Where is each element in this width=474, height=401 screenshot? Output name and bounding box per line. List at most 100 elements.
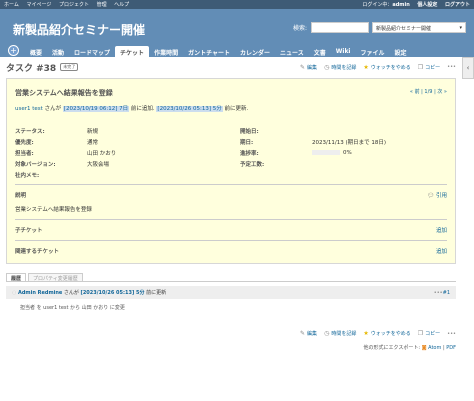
description-label: 説明 xyxy=(15,193,27,199)
add-subtask-link[interactable]: 追加 xyxy=(436,226,447,234)
sidebar-toggle-button[interactable]: ‹ xyxy=(462,57,474,79)
subtasks-header: 子チケット 追加 xyxy=(15,226,447,234)
pencil-icon: ✎ xyxy=(300,330,306,337)
journal-text: さんが xyxy=(63,290,79,296)
attr-label: 優先度: xyxy=(15,139,34,146)
edit-button[interactable]: ✎ 編集 xyxy=(300,64,317,71)
pencil-icon: ✎ xyxy=(300,63,306,71)
author-text-3: 前に更新. xyxy=(224,106,249,112)
progress-track xyxy=(312,150,340,155)
my-account-link[interactable]: 個人設定 xyxy=(417,2,437,8)
main-menu: + 概要 活動 ロードマップ チケット 作業時間 ガントチャート カレンダー ニ… xyxy=(0,44,474,57)
quick-search: 検索: 新製品紹介セミナー開催 ▾ xyxy=(293,22,466,33)
attr-assignee: 担当者: 山田 かおり xyxy=(15,149,240,157)
assignee-link[interactable]: 山田 かおり xyxy=(87,149,116,157)
attr-label: 予定工数: xyxy=(240,161,265,168)
attr-status: ステータス: 新規 xyxy=(15,127,240,135)
divider xyxy=(15,219,447,220)
copy-button[interactable]: ❐ コピー xyxy=(418,64,440,71)
divider xyxy=(15,240,447,241)
issue-attributes: ステータス: 新規 開始日: 優先度: 通常 期日: 2023/11/13 (期日まで… xyxy=(15,127,447,179)
tab-documents[interactable]: 文書 xyxy=(309,46,331,57)
unwatch-label: ウォッチをやめる xyxy=(370,331,411,337)
copy-button[interactable]: ❐ コピー xyxy=(418,330,440,337)
tab-calendar[interactable]: カレンダー xyxy=(235,46,275,57)
quote-button[interactable]: 💬︎ 引用 xyxy=(427,191,447,199)
bottom-issue-actions: ✎ 編集 ◷ 時間を記録 ★ ウォッチをやめる ❐ コピー ••• xyxy=(6,330,456,337)
pdf-link[interactable]: PDF xyxy=(446,345,456,351)
attr-label: ステータス: xyxy=(15,128,45,135)
tab-time-entries[interactable]: 作業時間 xyxy=(149,46,183,57)
current-user-link[interactable]: admin xyxy=(392,2,409,8)
journal-date-link[interactable]: [2023/10/26 05:13] 5分 xyxy=(81,290,145,296)
journal-number-link[interactable]: #1 xyxy=(443,290,450,296)
logout-link[interactable]: ログアウト xyxy=(445,2,470,8)
unwatch-button[interactable]: ★ ウォッチをやめる xyxy=(363,64,410,71)
attr-label: 期日: xyxy=(240,139,254,146)
tab-property-changes[interactable]: プロパティ変更履歴 xyxy=(28,273,83,282)
search-input[interactable] xyxy=(311,22,369,33)
tab-settings[interactable]: 設定 xyxy=(390,46,412,57)
status-badge: 未完了 xyxy=(60,63,79,71)
project-jump-select[interactable]: 新製品紹介セミナー開催 ▾ xyxy=(372,22,466,33)
unwatch-button[interactable]: ★ ウォッチをやめる xyxy=(363,330,410,337)
tab-history[interactable]: 履歴 xyxy=(6,273,27,282)
top-menu-left: ホーム マイページ プロジェクト 管理 ヘルプ xyxy=(4,1,135,8)
copy-label: コピー xyxy=(425,64,441,71)
top-menu-admin[interactable]: 管理 xyxy=(97,2,107,8)
top-menu-mypage[interactable]: マイページ xyxy=(26,2,51,8)
new-object-button[interactable]: + xyxy=(8,45,19,56)
attr-start-date: 開始日: xyxy=(240,127,455,135)
attr-label: 担当者: xyxy=(15,150,34,157)
tab-wiki[interactable]: Wiki xyxy=(331,46,356,57)
add-relation-link[interactable]: 追加 xyxy=(436,247,447,255)
issue-details: « 前 | 1/9 | 次 » 営業システムへ結果報告を登録 user1 tes… xyxy=(6,78,456,264)
tab-overview[interactable]: 概要 xyxy=(25,46,47,57)
issue-navigation[interactable]: « 前 | 1/9 | 次 » xyxy=(410,88,447,95)
author-link[interactable]: user1 test xyxy=(15,106,43,112)
top-menu-projects[interactable]: プロジェクト xyxy=(59,2,89,8)
log-time-button[interactable]: ◷ 時間を記録 xyxy=(324,330,356,337)
tab-files[interactable]: ファイル xyxy=(356,46,390,57)
updated-date-link[interactable]: [2023/10/26 05:13] 5分 xyxy=(156,106,223,112)
project-title: 新製品紹介セミナー開催 xyxy=(13,23,146,37)
issue-actions: ✎ 編集 ◷ 時間を記録 ★ ウォッチをやめる ❐ コピー ••• xyxy=(293,64,456,71)
edit-label: 編集 xyxy=(307,64,318,71)
journal-author-link[interactable]: Admin Redmine xyxy=(18,290,62,296)
attr-priority: 優先度: 通常 xyxy=(15,138,240,146)
log-time-button[interactable]: ◷ 時間を記録 xyxy=(324,64,356,71)
top-menu: ホーム マイページ プロジェクト 管理 ヘルプ ログイン中：admin 個人設定… xyxy=(0,0,474,9)
progress-value: 0% xyxy=(343,149,352,156)
version-link[interactable]: 大阪会場 xyxy=(87,160,109,168)
header: 新製品紹介セミナー開催 検索: 新製品紹介セミナー開催 ▾ + 概要 活動 ロー… xyxy=(0,9,474,57)
more-actions-button[interactable]: ••• xyxy=(434,290,443,296)
logged-in-label: ログイン中： xyxy=(362,2,393,8)
tab-gantt[interactable]: ガントチャート xyxy=(183,46,235,57)
journal-header: ◌ Admin Redmine さんが [2023/10/26 05:13] 5… xyxy=(6,286,456,299)
history-tabs: 履歴 プロパティ変更履歴 xyxy=(6,273,456,282)
relations-header: 関連するチケット 追加 xyxy=(15,247,447,255)
unwatch-label: ウォッチをやめる xyxy=(370,64,411,71)
log-time-label: 時間を記録 xyxy=(331,331,357,337)
tab-issues[interactable]: チケット xyxy=(115,46,150,57)
tab-news[interactable]: ニュース xyxy=(275,46,309,57)
issue-heading: タスク #38 未完了 xyxy=(6,61,79,74)
top-menu-home[interactable]: ホーム xyxy=(4,2,19,8)
attr-label: 対象バージョン: xyxy=(15,161,56,168)
clock-icon: ◷ xyxy=(324,330,330,337)
speech-bubble-icon: 💬︎ xyxy=(427,193,436,199)
search-label: 検索: xyxy=(292,25,307,32)
tab-roadmap[interactable]: ロードマップ xyxy=(69,46,115,57)
top-menu-help[interactable]: ヘルプ xyxy=(114,2,129,8)
created-date-link[interactable]: [2023/10/19 06:12] 7日 xyxy=(62,106,130,112)
author-text-1: さんが xyxy=(44,106,62,112)
more-actions-button[interactable]: ••• xyxy=(447,330,456,337)
description-header: 説明 💬︎ 引用 xyxy=(15,191,447,199)
edit-button[interactable]: ✎ 編集 xyxy=(300,330,317,337)
attr-value: 2023/11/13 (期日まで 18日) xyxy=(312,139,386,146)
tab-activity[interactable]: 活動 xyxy=(47,46,69,57)
atom-link[interactable]: Atom xyxy=(428,345,441,351)
issue-subject: 営業システムへ結果報告を登録 xyxy=(15,89,113,97)
content: タスク #38 未完了 ✎ 編集 ◷ 時間を記録 ★ ウォッチをやめる ❐ コピー ••… xyxy=(0,57,462,401)
more-actions-button[interactable]: ••• xyxy=(447,64,456,71)
